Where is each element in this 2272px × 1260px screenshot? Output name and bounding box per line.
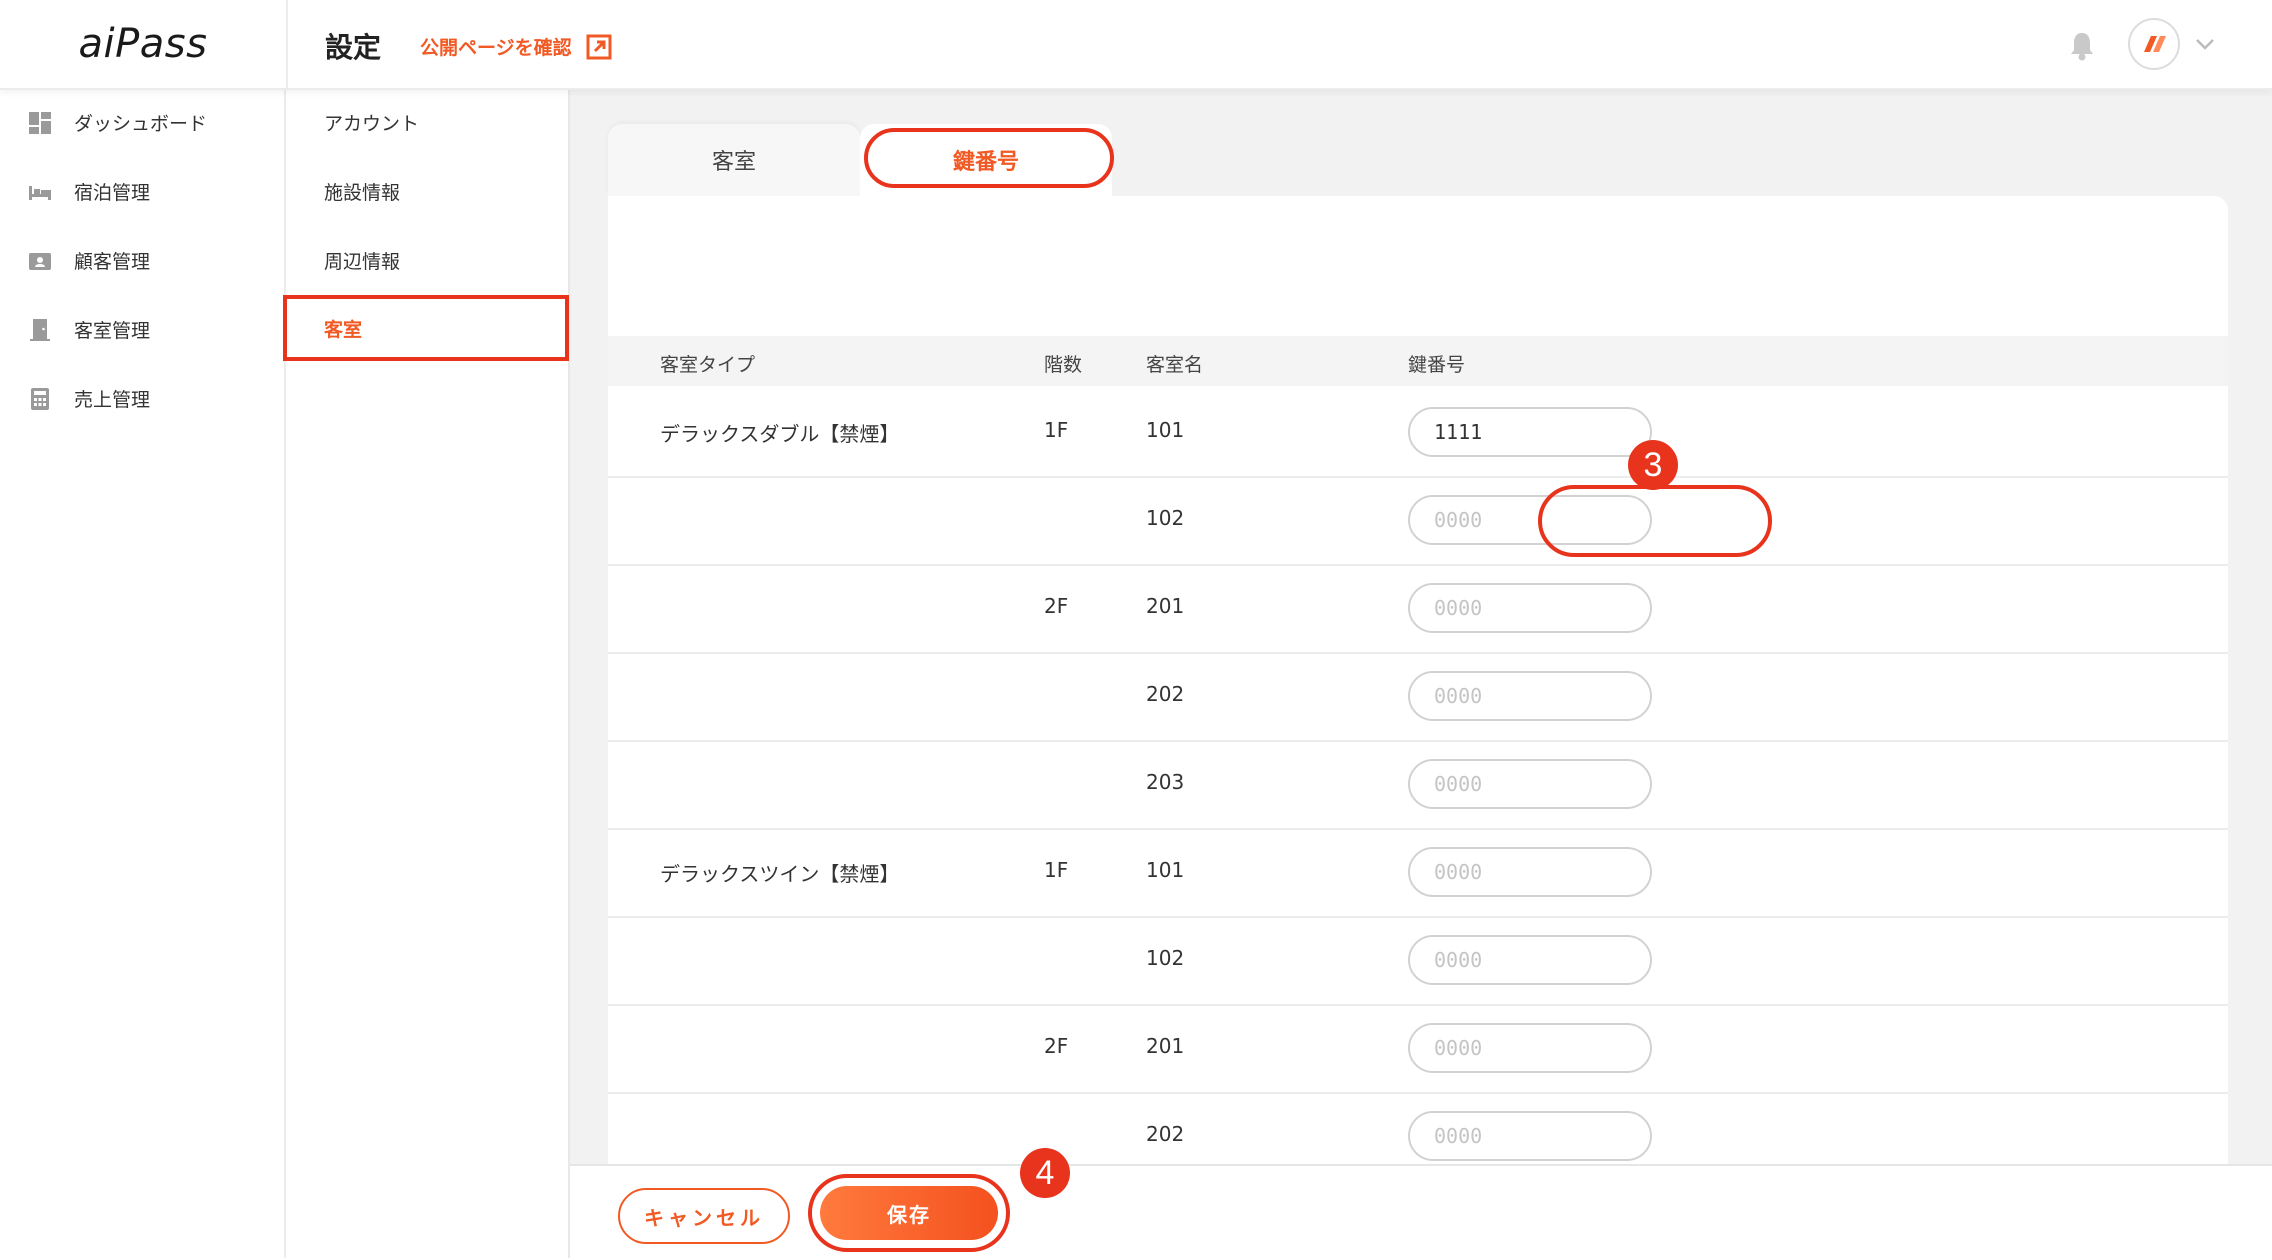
table-row: 2F 201 — [608, 564, 2228, 654]
room-type-cell: デラックスダブル【禁煙】 — [660, 422, 900, 446]
chevron-down-icon[interactable] — [2194, 36, 2216, 52]
sidebar-item-stays[interactable]: 宿泊管理 — [0, 157, 284, 226]
sidebar-item-rooms[interactable]: 客室管理 — [0, 295, 284, 364]
table-row: デラックスダブル【禁煙】 1F 101 — [608, 388, 2228, 478]
calculator-icon — [31, 387, 49, 410]
room-name-cell: 202 — [1146, 1122, 1185, 1146]
notification-bell-icon[interactable] — [2068, 30, 2096, 62]
key-number-input[interactable] — [1408, 935, 1652, 985]
action-footer: キャンセル 保存 4 — [570, 1148, 2272, 1260]
key-number-input[interactable] — [1408, 1111, 1652, 1161]
settings-item-rooms[interactable]: 客室 — [283, 295, 569, 361]
room-name-cell: 201 — [1146, 594, 1185, 618]
key-number-input[interactable] — [1408, 759, 1652, 809]
floor-cell: 1F — [1044, 418, 1069, 442]
sidebar-item-dashboard[interactable]: ダッシュボード — [0, 88, 284, 157]
column-header-room-name: 客室名 — [1146, 354, 1204, 376]
tab-highlight-ring — [864, 128, 1114, 188]
save-button[interactable]: 保存 — [820, 1186, 998, 1240]
room-type-cell: デラックスツイン【禁煙】 — [660, 862, 900, 886]
sidebar-item-sales[interactable]: 売上管理 — [0, 364, 284, 433]
key-number-input[interactable] — [1408, 1023, 1652, 1073]
top-header: aiPass 設定 公開ページを確認 — [0, 0, 2272, 90]
settings-item-account[interactable]: アカウント — [286, 88, 568, 157]
app-logo[interactable]: aiPass — [79, 21, 208, 67]
sidebar-item-label: 宿泊管理 — [74, 182, 151, 204]
floor-cell: 1F — [1044, 858, 1069, 882]
floor-cell: 2F — [1044, 1034, 1069, 1058]
step-badge-4: 4 — [1020, 1148, 1070, 1198]
table-row: 102 — [608, 916, 2228, 1006]
settings-item-facility[interactable]: 施設情報 — [286, 157, 568, 226]
sidebar-item-customers[interactable]: 顧客管理 — [0, 226, 284, 295]
step-badge-3: 3 — [1628, 440, 1678, 490]
table-row: デラックスツイン【禁煙】 1F 101 — [608, 828, 2228, 918]
main-content: 客室 鍵番号 客室タイプ 階数 客室名 鍵番号 デラックスダブル【禁煙】 1F 10… — [570, 88, 2272, 1258]
main-sidebar: ダッシュボード 宿泊管理 顧客管理 客室管理 売上管理 — [0, 88, 286, 1258]
public-page-link[interactable]: 公開ページを確認 — [420, 33, 612, 60]
brand-mark-icon — [2144, 36, 2166, 52]
customer-card-icon — [29, 252, 51, 270]
dashboard-icon — [29, 111, 51, 134]
door-icon — [30, 318, 50, 341]
table-row: 203 — [608, 740, 2228, 830]
external-link-icon — [586, 34, 612, 59]
table-row: 2F 201 — [608, 1004, 2228, 1094]
logo-area: aiPass — [0, 0, 288, 88]
column-header-key-number: 鍵番号 — [1408, 354, 1466, 376]
save-button-highlight-ring: 保存 — [808, 1174, 1010, 1252]
table-row: 202 — [608, 652, 2228, 742]
room-name-cell: 202 — [1146, 682, 1185, 706]
table-row: 102 — [608, 476, 2228, 566]
key-number-input[interactable] — [1408, 847, 1652, 897]
floor-cell: 2F — [1044, 594, 1069, 618]
key-input-highlight-ring — [1538, 485, 1772, 557]
settings-item-area[interactable]: 周辺情報 — [286, 226, 568, 295]
key-number-input[interactable] — [1408, 407, 1652, 457]
bed-icon — [29, 185, 51, 200]
sidebar-item-label: ダッシュボード — [74, 113, 208, 135]
room-name-cell: 201 — [1146, 1034, 1185, 1058]
key-number-card: 客室タイプ 階数 客室名 鍵番号 デラックスダブル【禁煙】1F1011022F2… — [608, 196, 2228, 1258]
sidebar-item-label: 顧客管理 — [74, 251, 151, 273]
column-header-floor: 階数 — [1044, 354, 1083, 376]
tab-bar: 客室 鍵番号 — [608, 124, 1114, 196]
room-name-cell: 102 — [1146, 946, 1185, 970]
cancel-button[interactable]: キャンセル — [618, 1188, 790, 1244]
column-header-room-type: 客室タイプ — [660, 354, 756, 376]
sidebar-item-label: 売上管理 — [74, 389, 151, 411]
room-name-cell: 102 — [1146, 506, 1185, 530]
sidebar-item-label: 客室管理 — [74, 320, 151, 342]
settings-menu: アカウント 施設情報 周辺情報 客室 — [283, 88, 570, 1258]
table-header: 客室タイプ 階数 客室名 鍵番号 — [608, 336, 2228, 386]
room-name-cell: 203 — [1146, 770, 1185, 794]
public-page-link-label: 公開ページを確認 — [420, 37, 572, 59]
page-title: 設定 — [325, 31, 382, 64]
room-name-cell: 101 — [1146, 858, 1185, 882]
tab-label: 客室 — [711, 150, 756, 175]
key-number-input[interactable] — [1408, 583, 1652, 633]
tab-key-numbers[interactable]: 鍵番号 — [860, 124, 1114, 196]
tab-rooms[interactable]: 客室 — [608, 124, 860, 196]
room-name-cell: 101 — [1146, 418, 1185, 442]
user-avatar[interactable] — [2128, 18, 2180, 70]
key-number-input[interactable] — [1408, 671, 1652, 721]
